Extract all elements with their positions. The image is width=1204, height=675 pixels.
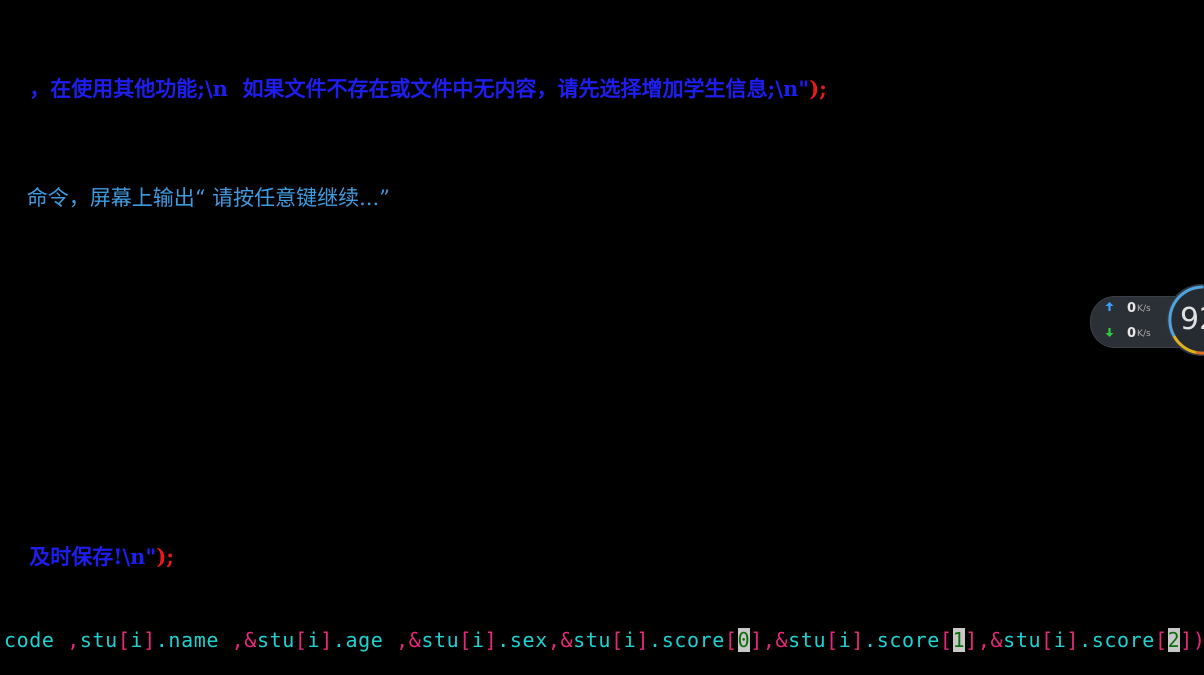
arrow-up-icon	[1105, 302, 1127, 315]
usage-gauge[interactable]: 92	[1166, 284, 1204, 356]
identifier: .score	[864, 628, 940, 652]
code-line-2: 命令，屏幕上输出“ 请按任意键继续...”	[0, 158, 390, 236]
identifier: stu	[256, 628, 295, 652]
download-speed-value: 0	[1127, 326, 1137, 341]
bracket: ]	[484, 628, 498, 652]
identifier: stu	[79, 628, 118, 652]
bracket: ]	[851, 628, 865, 652]
string-literal: ，在使用其他功能;\n 如果文件不存在或文件中无内容，请先选择增加学生信息;\n…	[29, 76, 810, 101]
upload-speed-value: 0	[1127, 301, 1137, 316]
upload-speed-row: 0 K/s	[1105, 301, 1151, 316]
identifier: .name	[155, 628, 232, 652]
string-literal: 及时保存!\n"	[29, 544, 157, 569]
operator: ],&	[750, 628, 789, 652]
identifier: stu	[573, 628, 612, 652]
code-line-3: 及时保存!\n");	[0, 516, 174, 596]
bracket: ]	[320, 628, 333, 652]
bracket: [	[1154, 628, 1168, 652]
identifier: .sex	[497, 628, 548, 652]
bracket: [	[117, 628, 131, 652]
identifier: i	[623, 628, 637, 652]
highlighted-index: 2	[1167, 628, 1181, 652]
comment-text: 命令，屏幕上输出“ 请按任意键继续...”	[26, 186, 390, 210]
bracket: ]))	[1180, 628, 1204, 652]
identifier: i	[838, 628, 852, 652]
highlighted-index: 0	[737, 628, 751, 652]
identifier: i	[1053, 628, 1067, 652]
bracket: [	[939, 628, 953, 652]
highlighted-index: 1	[952, 628, 966, 652]
identifier: i	[471, 628, 485, 652]
identifier: stu	[1003, 628, 1042, 652]
identifier: .score	[1079, 628, 1155, 652]
download-speed-row: 0 K/s	[1105, 326, 1151, 341]
operator: ,&	[396, 628, 422, 652]
identifier: i	[130, 628, 144, 652]
identifier: .score	[649, 628, 725, 652]
code-editor[interactable]: ，在使用其他功能;\n 如果文件不存在或文件中无内容，请先选择增加学生信息;\n…	[0, 0, 1204, 675]
identifier: i	[307, 628, 321, 652]
identifier: stu	[788, 628, 827, 652]
bracket: ]	[1066, 628, 1080, 652]
bracket: ]	[636, 628, 650, 652]
bracket: [	[459, 628, 472, 652]
bracket: [	[611, 628, 624, 652]
bracket: [	[294, 628, 308, 652]
bracket: [	[1041, 628, 1054, 652]
code-line-4: code ,stu[i].name ,&stu[i].age ,&stu[i].…	[4, 628, 1204, 652]
bracket: ]	[143, 628, 156, 652]
identifier: code	[4, 628, 68, 652]
bracket: [	[826, 628, 839, 652]
identifier: stu	[421, 628, 460, 652]
operator: ,&	[231, 628, 257, 652]
identifier: .age	[332, 628, 397, 652]
download-speed-unit: K/s	[1137, 328, 1151, 339]
gauge-value: 92	[1180, 302, 1204, 337]
operator: ],&	[965, 628, 1004, 652]
arrow-down-icon	[1105, 327, 1127, 340]
operator: ,	[67, 628, 80, 652]
operator: ,&	[547, 628, 574, 652]
statement-end: );	[809, 76, 827, 101]
bracket: [	[724, 628, 738, 652]
upload-speed-unit: K/s	[1137, 303, 1151, 314]
code-line-1: ，在使用其他功能;\n 如果文件不存在或文件中无内容，请先选择增加学生信息;\n…	[0, 48, 827, 128]
statement-end: );	[156, 544, 175, 569]
